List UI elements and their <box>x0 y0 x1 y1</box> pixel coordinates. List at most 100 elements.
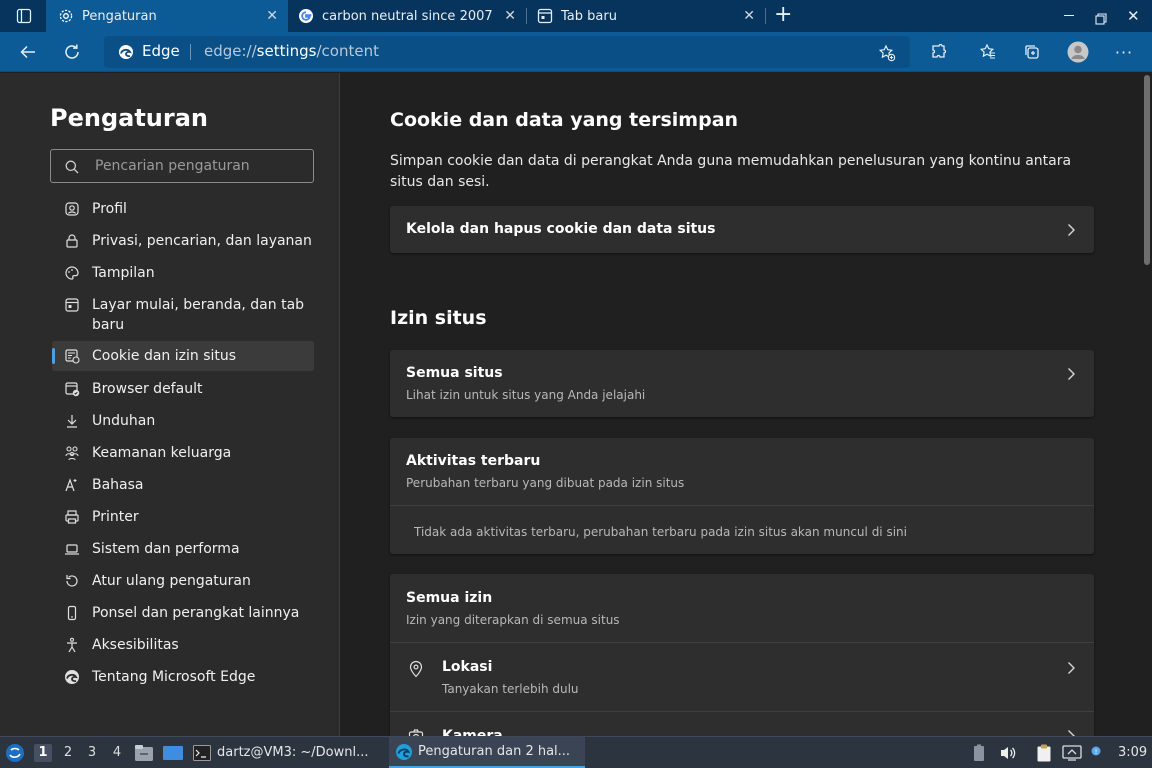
tab-new[interactable]: Tab baru ✕ <box>527 0 765 32</box>
avatar[interactable] <box>1066 40 1090 64</box>
all-permissions-title: Semua izin <box>406 590 493 606</box>
sidebar-item-default-browser[interactable]: Browser default <box>52 379 314 399</box>
terminal-task-label: dartz@VM3: ~/Downl... <box>217 745 369 760</box>
collections-icon[interactable] <box>1020 40 1044 64</box>
tab-title: carbon neutral since 2007 <box>322 8 493 24</box>
gear-icon <box>58 8 74 24</box>
new-tab-button[interactable]: + <box>774 3 792 27</box>
url-path: /content <box>316 42 379 60</box>
battery-tray-icon[interactable] <box>972 737 988 768</box>
extensions-icon[interactable] <box>927 40 951 64</box>
sidebar-item-system[interactable]: Sistem dan performa <box>52 539 314 559</box>
clock[interactable]: 3:09 <box>1118 737 1147 768</box>
sidebar-item-label: Bahasa <box>92 477 144 493</box>
profile-icon <box>62 199 82 219</box>
tab-google[interactable]: carbon neutral since 2007 ✕ <box>288 0 526 32</box>
location-subtitle: Tanyakan terlebih dulu <box>442 682 579 696</box>
download-icon <box>62 411 82 431</box>
location-title: Lokasi <box>442 659 493 675</box>
sidebar-item-label: Tentang Microsoft Edge <box>92 669 256 685</box>
taskbar: 1 2 3 4 dartz@VM3: ~/Downl... Pengaturan… <box>0 736 1152 768</box>
terminal-icon <box>193 744 211 761</box>
restore-icon[interactable] <box>1095 10 1107 25</box>
manage-cookies-label: Kelola dan hapus cookie dan data situs <box>406 221 716 237</box>
sidebar-item-language[interactable]: Bahasa <box>52 475 314 495</box>
terminal-task[interactable]: dartz@VM3: ~/Downl... <box>193 737 383 768</box>
address-url[interactable]: edge://settings/content <box>204 42 379 60</box>
workspace-4[interactable]: 4 <box>108 744 126 762</box>
search-input[interactable] <box>95 156 295 176</box>
close-tab-icon[interactable]: ✕ <box>266 8 278 24</box>
sidebar-item-family[interactable]: Keamanan keluarga <box>52 443 314 463</box>
more-menu-icon[interactable]: ··· <box>1112 40 1136 64</box>
sidebar-item-appearance[interactable]: Tampilan <box>52 263 314 283</box>
recent-activity-card: Aktivitas terbaru Perubahan terbaru yang… <box>390 438 1094 554</box>
minimize-icon[interactable] <box>1064 15 1074 16</box>
sidebar-item-about[interactable]: Tentang Microsoft Edge <box>52 667 314 687</box>
cookie-icon <box>62 346 82 366</box>
home-tab-icon <box>62 295 82 315</box>
tab-settings[interactable]: Pengaturan ✕ <box>46 0 288 32</box>
camera-title: Kamera <box>442 728 503 736</box>
workspace-2[interactable]: 2 <box>59 744 77 762</box>
sidebar-item-downloads[interactable]: Unduhan <box>52 411 314 431</box>
sidebar-item-label: Printer <box>92 509 139 525</box>
tab-actions-icon[interactable] <box>16 8 32 24</box>
scrollbar-thumb[interactable] <box>1144 75 1150 265</box>
sidebar-item-label: Layar mulai, beranda, dan tab baru <box>92 297 305 333</box>
sidebar-item-phone[interactable]: Ponsel dan perangkat lainnya <box>52 603 314 623</box>
printer-icon <box>62 507 82 527</box>
lock-icon <box>62 231 82 251</box>
settings-search[interactable] <box>50 149 314 183</box>
address-divider <box>190 44 191 60</box>
sidebar-item-start-home[interactable]: Layar mulai, beranda, dan tab baru <box>52 295 314 335</box>
workspace-3[interactable]: 3 <box>83 744 101 762</box>
favorites-icon[interactable] <box>976 40 1000 64</box>
edge-task[interactable]: Pengaturan dan 2 hal... <box>389 737 585 768</box>
page-scrollbar[interactable] <box>1141 73 1152 736</box>
close-window-icon[interactable]: ✕ <box>1127 7 1140 25</box>
section-heading-cookies: Cookie dan data yang tersimpan <box>390 109 739 131</box>
close-tab-icon[interactable]: ✕ <box>743 8 755 24</box>
notification-icon[interactable]: ! <box>1090 737 1104 768</box>
search-icon <box>65 159 79 178</box>
close-tab-icon[interactable]: ✕ <box>504 8 516 24</box>
google-icon <box>298 8 314 24</box>
sidebar-item-label: Keamanan keluarga <box>92 445 232 461</box>
edge-task-label: Pengaturan dan 2 hal... <box>418 744 571 759</box>
all-permissions-subtitle: Izin yang diterapkan di semua situs <box>406 613 620 627</box>
add-favorite-icon[interactable] <box>878 44 896 62</box>
all-sites-title: Semua situs <box>406 365 503 381</box>
location-row[interactable]: Lokasi Tanyakan terlebih dulu <box>390 643 1094 711</box>
reset-icon <box>62 571 82 591</box>
workspace-1[interactable]: 1 <box>34 744 52 762</box>
family-icon <box>62 443 82 463</box>
location-pin-icon <box>408 660 424 682</box>
sidebar-item-accessibility[interactable]: Aksesibilitas <box>52 635 314 655</box>
recent-activity-title: Aktivitas terbaru <box>406 453 541 469</box>
start-menu-button[interactable] <box>5 737 29 768</box>
sidebar-item-label: Aksesibilitas <box>92 637 179 653</box>
all-sites-row[interactable]: Semua situs Lihat izin untuk situs yang … <box>390 350 1094 417</box>
sidebar-item-reset[interactable]: Atur ulang pengaturan <box>52 571 314 591</box>
back-arrow-icon[interactable] <box>16 40 40 64</box>
manage-cookies-row[interactable]: Kelola dan hapus cookie dan data situs <box>390 206 1094 253</box>
file-manager-icon[interactable] <box>134 737 154 768</box>
sidebar-title: Pengaturan <box>50 104 209 132</box>
cookies-description: Simpan cookie dan data di perangkat Anda… <box>390 153 1072 190</box>
section-heading-site-permissions: Izin situs <box>390 307 487 329</box>
chevron-right-icon <box>1066 660 1076 674</box>
sidebar-item-printer[interactable]: Printer <box>52 507 314 527</box>
sidebar-item-cookies[interactable]: Cookie dan izin situs <box>52 341 314 371</box>
volume-icon[interactable] <box>999 737 1019 768</box>
camera-row[interactable]: Kamera <box>390 712 1094 736</box>
network-icon[interactable] <box>1062 737 1084 768</box>
refresh-icon[interactable] <box>60 40 84 64</box>
sidebar-item-profil[interactable]: Profil <box>52 199 314 219</box>
sidebar-item-privacy[interactable]: Privasi, pencarian, dan layanan <box>52 231 314 251</box>
tab-separator <box>765 8 766 24</box>
address-bar[interactable]: Edge edge://settings/content <box>104 36 910 68</box>
clipboard-icon[interactable] <box>1036 737 1056 768</box>
edge-icon <box>118 44 134 60</box>
show-desktop-icon[interactable] <box>162 737 184 768</box>
